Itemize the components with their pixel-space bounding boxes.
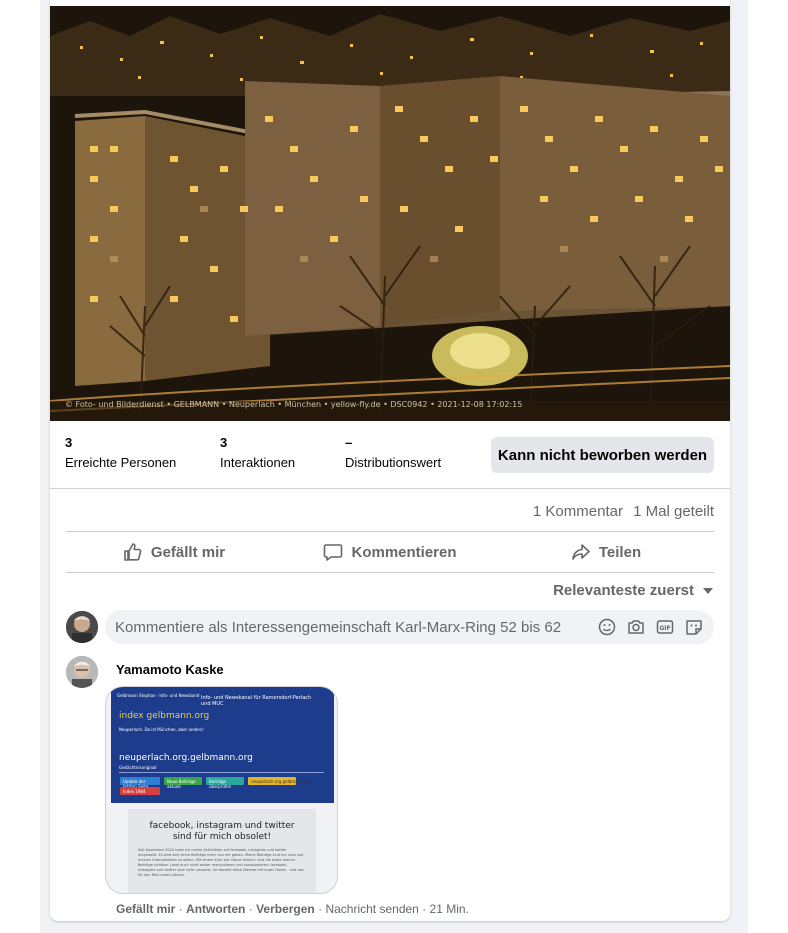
thumbs-up-icon [124, 543, 142, 561]
share-count-link[interactable]: 1 Mal geteilt [633, 503, 714, 520]
camera-icon[interactable] [626, 617, 646, 637]
attachment-rule [119, 772, 324, 773]
profile-picture-icon [66, 611, 98, 643]
night-city-photo [50, 6, 730, 421]
attachment-body: Seit November 2020 habe ich meine Aktivi… [138, 848, 304, 877]
caret-down-icon [703, 587, 713, 594]
stat-reach-value: 3 [65, 435, 73, 450]
comment-footer: Gefällt mir · Antworten · Verbergen · Na… [116, 902, 469, 916]
divider [66, 572, 714, 573]
attachment-title-2: neuperlach.org.gelbmann.org [119, 753, 253, 763]
comment-send-message-link[interactable]: Nachricht senden [325, 902, 418, 916]
comment-like-link[interactable]: Gefällt mir [116, 902, 175, 916]
attachment-pill: neuperlach.org.gelbmann.org [248, 777, 310, 785]
post-action-bar: Gefällt mir Kommentieren Teilen [66, 532, 714, 572]
comment-reply-link[interactable]: Antworten [186, 902, 245, 916]
comment-sort-dropdown[interactable]: Relevanteste zuerst [553, 582, 714, 599]
stat-interactions: 3 Interaktionen [220, 435, 295, 470]
engagement-counts: 1 Kommentar 1 Mal geteilt [533, 503, 714, 520]
like-button[interactable]: Gefällt mir [66, 532, 282, 572]
emoji-icon[interactable] [597, 617, 617, 637]
attachment-notice: facebook, instagram und twitter sind für… [128, 809, 316, 893]
stat-interactions-label: Interaktionen [220, 455, 296, 470]
attachment-pill: Index 1984 [120, 787, 160, 795]
comment-hide-link[interactable]: Verbergen [256, 902, 315, 916]
attachment-banner: Gelbmann Stephan · Info- und Newsband In… [111, 687, 334, 803]
gif-icon[interactable]: GIF [655, 617, 675, 637]
attachment-header: Info- und Newskanal für Ramersdorf-Perla… [201, 695, 312, 707]
post-card: © Foto- und Bilderdienst • GELBMANN • Ne… [50, 0, 730, 921]
attachment-sub-1: Neuperlach. Da ist München, aber anders! [119, 727, 204, 732]
attachment-heading: facebook, instagram und twitter sind für… [149, 821, 295, 842]
stat-distribution: – Distributionswert [345, 435, 441, 470]
attachment-pill: Neue Beiträge aktuell [164, 777, 202, 789]
separator: · [178, 902, 183, 916]
comment-input[interactable] [115, 618, 597, 636]
comment-timestamp[interactable]: 21 Min. [430, 902, 469, 916]
boost-post-button[interactable]: Kann nicht beworben werden [491, 437, 714, 473]
share-label: Teilen [598, 543, 642, 561]
attachment-sub-2: Gedächtnisoriginal [119, 765, 157, 770]
commenter-avatar[interactable] [66, 611, 98, 643]
separator: · [422, 902, 427, 916]
comment-composer[interactable]: GIF [105, 610, 714, 644]
share-button[interactable]: Teilen [498, 532, 714, 572]
stat-distribution-value: – [345, 435, 353, 450]
separator: · [318, 902, 323, 916]
attachment-tiny-head: Gelbmann Stephan · Info- und Newsband [117, 693, 200, 698]
svg-text:GIF: GIF [659, 625, 670, 632]
comment-author-avatar[interactable] [66, 656, 98, 688]
comment-count-link[interactable]: 1 Kommentar [533, 503, 623, 520]
post-photo[interactable]: © Foto- und Bilderdienst • GELBMANN • Ne… [50, 6, 730, 421]
share-arrow-icon [572, 544, 590, 560]
stat-reach: 3 Erreichte Personen [65, 435, 176, 470]
comment-bubble-icon [324, 544, 343, 561]
composer-tools: GIF [597, 617, 704, 637]
attachment-pill: Update der letzten Seite [120, 777, 160, 789]
comment-author-name[interactable]: Yamamoto Kaske [116, 662, 224, 677]
comment-button[interactable]: Kommentieren [282, 532, 498, 572]
stat-distribution-label: Distributionswert [345, 455, 442, 470]
photo-caption: © Foto- und Bilderdienst • GELBMANN • Ne… [65, 400, 523, 409]
profile-picture-icon [66, 656, 98, 688]
sort-label: Relevanteste zuerst [553, 582, 694, 599]
attachment-title-1: index gelbmann.org [119, 711, 210, 721]
stat-interactions-value: 3 [220, 435, 228, 450]
like-label: Gefällt mir [150, 543, 226, 561]
sticker-icon[interactable] [684, 617, 704, 637]
stat-reach-label: Erreichte Personen [65, 455, 177, 470]
comment-image-attachment[interactable]: Gelbmann Stephan · Info- und Newsband In… [105, 686, 338, 894]
attachment-pill: Beiträge überprüfen [206, 777, 244, 789]
separator: · [248, 902, 253, 916]
comment-label: Kommentieren [351, 543, 457, 561]
post-insights: 3 Erreichte Personen 3 Interaktionen – D… [50, 421, 730, 489]
